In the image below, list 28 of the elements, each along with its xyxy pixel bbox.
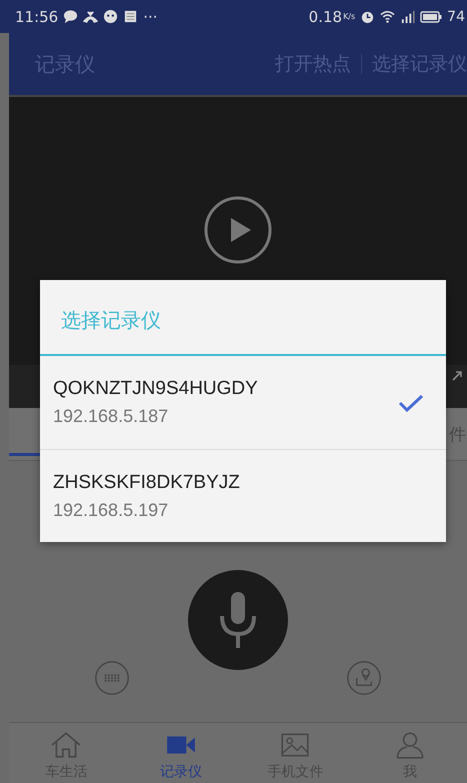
more-indicator: ··· (143, 8, 158, 26)
nav-tab[interactable]: 记录仪 (124, 723, 238, 783)
expand-icon[interactable] (451, 370, 463, 382)
device-option[interactable]: ZHSKSKFI8DK7BYJZ 192.168.5.197 (40, 450, 446, 542)
device-name: ZHSKSKFI8DK7BYJZ (53, 472, 241, 494)
image-icon (279, 731, 312, 759)
chat-bubble-icon (63, 9, 78, 24)
dialog-title: 选择记录仪 (40, 280, 446, 356)
microphone-button[interactable] (188, 570, 288, 670)
device-name: QOKNZTJN9S4HUGDY (53, 378, 259, 400)
home-icon (50, 731, 82, 759)
battery-icon (420, 10, 442, 22)
device-address: 192.168.5.187 (53, 406, 170, 427)
signal-icon (400, 9, 416, 24)
speed-unit: K/s (343, 12, 356, 21)
battery-level: 74 (447, 8, 465, 24)
missed-call-icon (83, 9, 98, 24)
tab-indicator[interactable] (9, 453, 41, 456)
status-time: 11:56 (15, 8, 58, 26)
alarm-icon (360, 9, 376, 24)
chat-face-icon (103, 9, 118, 24)
device-option[interactable]: QOKNZTJN9S4HUGDY 192.168.5.187 (40, 356, 446, 450)
document-icon (123, 9, 138, 24)
person-icon (394, 731, 426, 759)
network-speed: 0.18 (308, 8, 342, 26)
wifi-icon (380, 9, 396, 24)
play-icon[interactable] (203, 195, 273, 265)
device-address: 192.168.5.197 (53, 500, 170, 520)
